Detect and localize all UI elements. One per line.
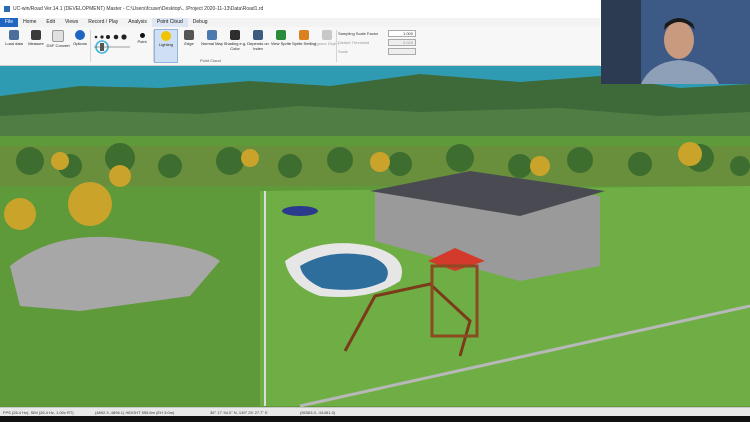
ribbon-separator: [336, 30, 337, 62]
sampling-scale-row: Sampling Scale Factor 1.000: [338, 30, 418, 38]
title-bar: UC-win/Road Ver.14.1 (DEVELOPMENT) Maste…: [0, 0, 600, 18]
point-size-selector[interactable]: [92, 31, 132, 57]
menu-analysis[interactable]: Analysis: [123, 18, 152, 27]
point-icon: [139, 33, 145, 38]
point-cloud-group-label: Point Cloud: [200, 58, 221, 63]
lighting-button[interactable]: Lighting: [154, 29, 178, 63]
menu-point-cloud[interactable]: Point Cloud: [151, 18, 188, 27]
menu-views[interactable]: Views: [60, 18, 83, 27]
edge-label: Edge: [184, 41, 194, 46]
menu-home[interactable]: Home: [18, 18, 41, 27]
index-icon: [253, 30, 263, 40]
person-face: [664, 21, 694, 59]
load-data-label: Load data: [5, 41, 23, 46]
options-label: Options: [73, 41, 87, 46]
shading-button[interactable]: Shading e.g. Color: [223, 29, 247, 63]
tripod-icon: [31, 30, 41, 40]
lighting-label: Lighting: [158, 42, 173, 47]
measure-button[interactable]: Measure: [24, 29, 48, 63]
webcam-overlay: [601, 0, 750, 84]
slider-thumb[interactable]: [100, 43, 104, 51]
medium-dot-icon: [106, 35, 110, 39]
menu-edit[interactable]: Edit: [41, 18, 60, 27]
menu-bar: File Home Edit Views Record / Play Analy…: [0, 18, 600, 27]
normal-map-icon: [207, 30, 217, 40]
bulb-icon: [161, 31, 171, 41]
point-button[interactable]: Point: [130, 29, 154, 63]
large-dot-icon: [113, 34, 119, 40]
dxf-convert-label: DXF Convert: [46, 43, 70, 48]
ribbon: Load data Measure DXF Convert Options Po…: [0, 27, 600, 66]
trampoline: [282, 206, 318, 216]
scale-input[interactable]: [388, 48, 416, 55]
menu-record-play[interactable]: Record / Play: [83, 18, 123, 27]
scale-row: Scale: [338, 48, 418, 56]
sprite-setting-button[interactable]: Sprite Setting: [292, 29, 316, 63]
depth-icon: [322, 30, 332, 40]
view-sprite-label: View Sprite: [270, 41, 292, 46]
app-window: UC-win/Road Ver.14.1 (DEVELOPMENT) Maste…: [0, 0, 750, 422]
3d-viewport[interactable]: [0, 66, 750, 407]
depends-label: Depends on Index: [247, 41, 269, 51]
distant-threshold-label: Distant Threshold: [338, 40, 370, 45]
measure-label: Measure: [28, 41, 44, 46]
window-title: UC-win/Road Ver.14.1 (DEVELOPMENT) Maste…: [13, 6, 264, 12]
large-dot-icon: [121, 34, 127, 40]
ribbon-separator: [90, 30, 91, 62]
distant-threshold-row: Distant Threshold 0.020: [338, 39, 418, 47]
scale-label: Scale: [338, 49, 349, 54]
load-data-button[interactable]: Load data: [2, 29, 26, 63]
window-bottom-edge: [0, 416, 750, 422]
scene-canvas[interactable]: [0, 66, 750, 407]
options-button[interactable]: Options: [68, 29, 92, 63]
distant-threshold-input[interactable]: 0.020: [388, 39, 416, 46]
webcam-shadow: [601, 0, 641, 84]
webcam-video: [601, 0, 750, 84]
gear-icon: [75, 30, 85, 40]
depends-on-index-button[interactable]: Depends on Index: [246, 29, 270, 63]
menu-debug[interactable]: Debug: [188, 18, 213, 27]
sampling-scale-input[interactable]: 1.000: [388, 30, 416, 37]
point-label: Point: [137, 39, 147, 44]
shading-icon: [230, 30, 240, 40]
edge-button[interactable]: Edge: [177, 29, 201, 63]
sampling-scale-label: Sampling Scale Factor: [338, 31, 379, 36]
shading-label: Shading e.g. Color: [223, 41, 247, 51]
sprite-setting-label: Sprite Setting: [292, 41, 317, 46]
menu-file[interactable]: File: [0, 18, 19, 27]
small-dot-icon: [100, 35, 104, 39]
edge-icon: [184, 30, 194, 40]
document-icon: [52, 30, 64, 42]
dxf-convert-button[interactable]: DXF Convert: [46, 29, 70, 63]
view-sprite-button[interactable]: View Sprite: [269, 29, 293, 63]
app-icon: [4, 5, 10, 12]
database-icon: [9, 30, 19, 40]
sprite-icon: [276, 30, 286, 40]
small-dot-icon: [94, 35, 98, 39]
normal-map-label: Normal Map: [201, 41, 223, 46]
sprite-setting-icon: [299, 30, 309, 40]
